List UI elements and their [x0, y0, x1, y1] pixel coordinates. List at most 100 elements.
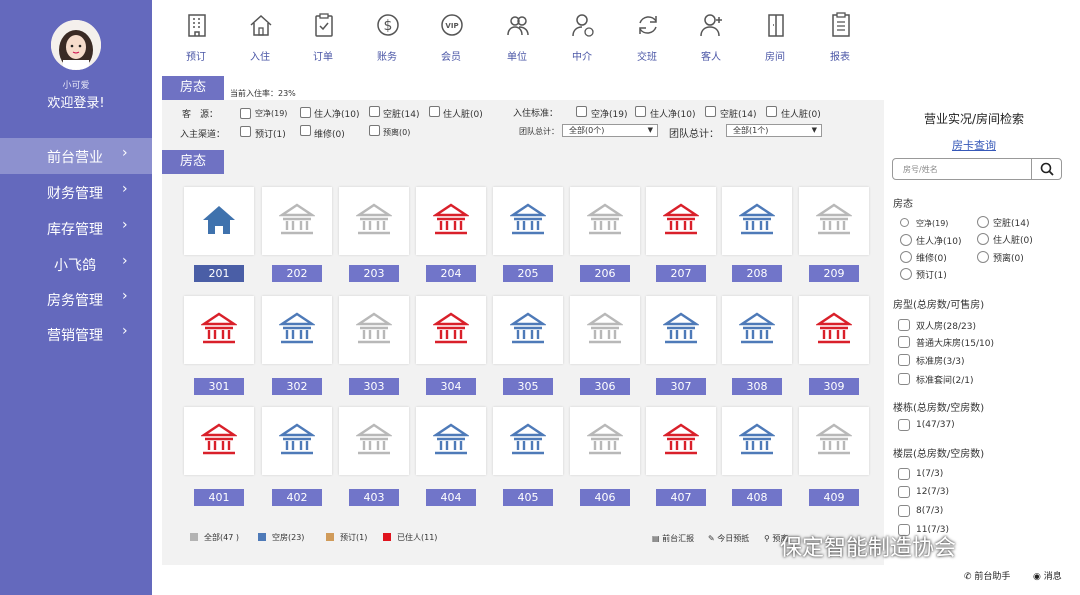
room-card[interactable]	[799, 296, 869, 364]
legend-vacant[interactable]: 空房(23)	[258, 532, 304, 543]
room-number[interactable]: 202	[272, 265, 322, 282]
room-number[interactable]: 402	[272, 489, 322, 506]
source-checkbox[interactable]	[300, 107, 311, 118]
room-card[interactable]	[493, 296, 563, 364]
legend-occupied[interactable]: 已住人(11)	[383, 532, 437, 543]
status-checkbox[interactable]	[977, 233, 989, 245]
room-number[interactable]: 409	[809, 489, 859, 506]
room-card[interactable]	[799, 187, 869, 255]
room-type-checkbox[interactable]	[898, 319, 910, 331]
room-number[interactable]: 307	[656, 378, 706, 395]
room-type-checkbox[interactable]	[898, 354, 910, 366]
room-card[interactable]	[570, 187, 640, 255]
room-card[interactable]	[416, 296, 486, 364]
standard-checkbox[interactable]	[576, 106, 587, 117]
room-number[interactable]: 201	[194, 265, 244, 282]
room-number[interactable]: 408	[732, 489, 782, 506]
room-number[interactable]: 308	[732, 378, 782, 395]
room-card[interactable]	[262, 296, 332, 364]
room-card[interactable]	[646, 296, 716, 364]
nav-inventory[interactable]: 库存管理 ›	[0, 210, 152, 246]
nav-housekeeping[interactable]: 房务管理 ›	[0, 281, 152, 317]
room-card[interactable]	[570, 296, 640, 364]
room-card[interactable]	[262, 187, 332, 255]
room-number[interactable]: 404	[426, 489, 476, 506]
room-card[interactable]	[184, 187, 254, 255]
room-type-checkbox[interactable]	[898, 373, 910, 385]
room-number[interactable]: 302	[272, 378, 322, 395]
room-card-query-link[interactable]: 房卡查询	[884, 137, 1064, 153]
channel-checkbox[interactable]	[369, 125, 380, 136]
room-number[interactable]: 405	[503, 489, 553, 506]
source-checkbox[interactable]	[240, 108, 251, 119]
toolbar-button[interactable]: 入住	[230, 12, 290, 64]
room-card[interactable]	[339, 296, 409, 364]
toolbar-button[interactable]: 客人	[681, 12, 741, 64]
toolbar-button[interactable]: 报表	[810, 12, 870, 64]
room-card[interactable]	[493, 187, 563, 255]
toolbar-button[interactable]: VIP 会员	[421, 12, 481, 64]
front-desk-report[interactable]: ▤ 前台汇报	[652, 533, 694, 544]
room-card[interactable]	[416, 407, 486, 475]
room-number[interactable]: 403	[349, 489, 399, 506]
room-card[interactable]	[799, 407, 869, 475]
room-number[interactable]: 208	[732, 265, 782, 282]
team-total-select[interactable]: 全部(0个) ▼	[562, 124, 658, 137]
messages[interactable]: ◉ 消息	[1033, 569, 1062, 582]
room-number[interactable]: 205	[503, 265, 553, 282]
room-card[interactable]	[339, 187, 409, 255]
floor-checkbox[interactable]	[898, 505, 910, 517]
legend-all[interactable]: 全部(47 )	[190, 532, 239, 543]
room-card[interactable]	[493, 407, 563, 475]
search-button[interactable]	[1031, 159, 1062, 179]
building-checkbox[interactable]	[898, 419, 910, 431]
toolbar-button[interactable]: 房间	[745, 12, 805, 64]
room-number[interactable]: 203	[349, 265, 399, 282]
room-card[interactable]	[262, 407, 332, 475]
status-checkbox[interactable]	[900, 218, 909, 227]
room-number[interactable]: 206	[580, 265, 630, 282]
today-arrivals[interactable]: ✎ 今日预抵	[708, 533, 749, 544]
room-card[interactable]	[416, 187, 486, 255]
nav-xiaofeige[interactable]: 小飞鸽 ›	[0, 246, 152, 282]
status-checkbox[interactable]	[977, 251, 989, 263]
toolbar-button[interactable]: 单位	[487, 12, 547, 64]
room-card[interactable]	[722, 296, 792, 364]
room-number[interactable]: 406	[580, 489, 630, 506]
channel-checkbox[interactable]	[300, 125, 311, 136]
source-checkbox[interactable]	[369, 106, 380, 117]
status-checkbox[interactable]	[977, 216, 989, 228]
team-count-select[interactable]: 全部(1个) ▼	[726, 124, 822, 137]
room-card[interactable]	[339, 407, 409, 475]
toolbar-button[interactable]: $ 账务	[357, 12, 417, 64]
room-number[interactable]: 303	[349, 378, 399, 395]
nav-front-desk[interactable]: 前台营业 ›	[0, 138, 152, 174]
status-checkbox[interactable]	[900, 251, 912, 263]
toolbar-button[interactable]: 交班	[617, 12, 677, 64]
room-number[interactable]: 301	[194, 378, 244, 395]
room-card[interactable]	[184, 407, 254, 475]
front-desk-assistant[interactable]: ✆ 前台助手	[964, 569, 1010, 582]
room-card[interactable]	[646, 407, 716, 475]
source-checkbox[interactable]	[429, 106, 440, 117]
room-card[interactable]	[722, 187, 792, 255]
standard-checkbox[interactable]	[766, 106, 777, 117]
avatar[interactable]	[51, 20, 101, 70]
room-number[interactable]: 207	[656, 265, 706, 282]
toolbar-button[interactable]: 预订	[166, 12, 226, 64]
room-card[interactable]	[646, 187, 716, 255]
room-type-checkbox[interactable]	[898, 336, 910, 348]
floor-checkbox[interactable]	[898, 468, 910, 480]
nav-marketing[interactable]: 营销管理 ›	[0, 316, 152, 352]
room-number[interactable]: 305	[503, 378, 553, 395]
status-checkbox[interactable]	[900, 268, 912, 280]
room-number[interactable]: 407	[656, 489, 706, 506]
standard-checkbox[interactable]	[705, 106, 716, 117]
toolbar-button[interactable]: 订单	[293, 12, 353, 64]
room-number[interactable]: 401	[194, 489, 244, 506]
room-number[interactable]: 304	[426, 378, 476, 395]
tab-room-status[interactable]: 房态	[162, 76, 224, 100]
status-checkbox[interactable]	[900, 234, 912, 246]
room-card[interactable]	[570, 407, 640, 475]
search-input[interactable]: 房号/姓名	[892, 158, 1062, 180]
